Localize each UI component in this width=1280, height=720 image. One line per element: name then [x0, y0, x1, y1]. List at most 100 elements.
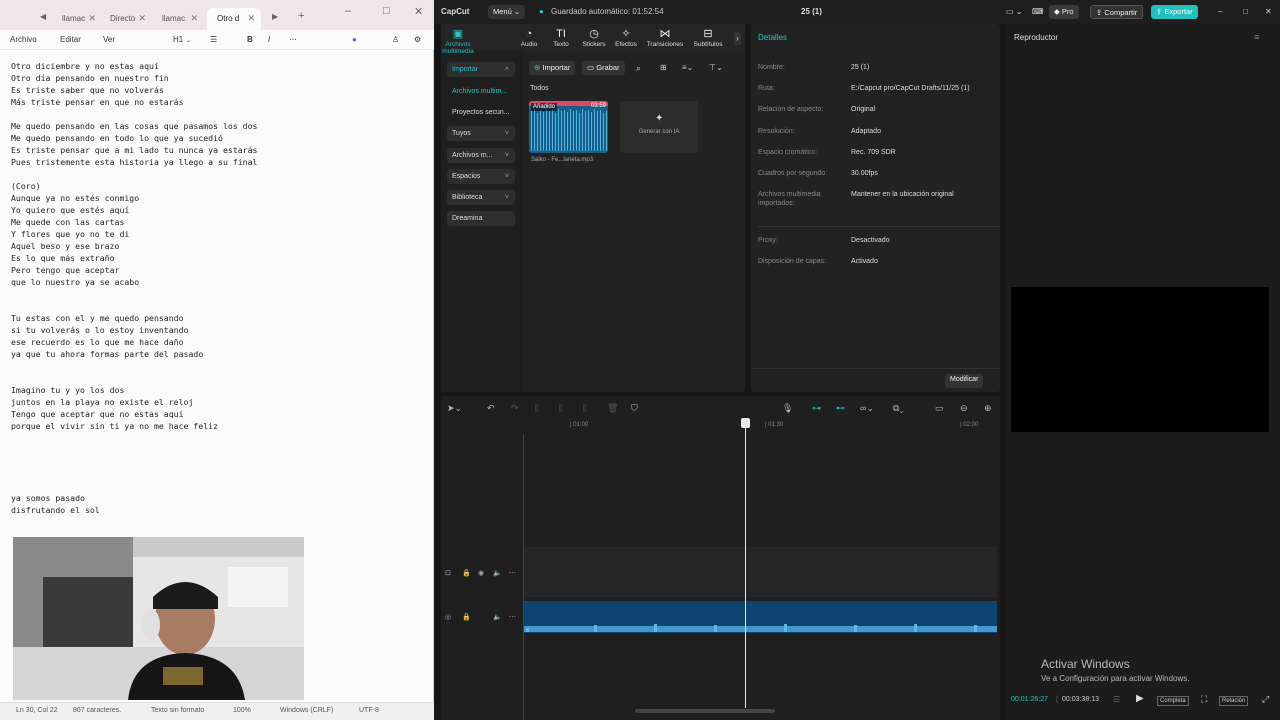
menu-icon[interactable]: ≡	[1254, 32, 1259, 42]
close-icon[interactable]: ✕	[138, 13, 146, 24]
split-left-icon[interactable]: ⫿	[559, 403, 562, 414]
notepad-tabbar: ◀ llamac ✕ Directo ✕ llamac ✕ Otro d ✕ ▶…	[0, 0, 434, 30]
close-window-icon[interactable]: ✕	[414, 5, 423, 18]
tab-4-active[interactable]: Otro d ✕	[207, 8, 261, 30]
scroll-right-icon[interactable]: ›	[734, 32, 741, 45]
bold-icon[interactable]: B	[247, 35, 253, 44]
keyboard-icon[interactable]: ⌨	[1032, 7, 1044, 16]
link-icon[interactable]: ⊷	[836, 403, 845, 414]
pro-button[interactable]: ◆ Pro	[1049, 5, 1079, 19]
sidebar-tuyos[interactable]: Tuyos ˅	[447, 126, 515, 141]
fullscreen-icon[interactable]: ⤢	[1262, 694, 1269, 705]
maximize-icon[interactable]: □	[383, 5, 390, 17]
minimize-icon[interactable]: –	[345, 5, 351, 17]
italic-icon[interactable]: I	[268, 35, 270, 44]
share-button[interactable]: ⇪ Compartir	[1090, 5, 1144, 19]
copilot-icon[interactable]: ●	[352, 35, 357, 44]
scroll-left-icon[interactable]: ◀	[40, 12, 46, 21]
detail-value: 30.00fps	[851, 170, 878, 177]
export-button[interactable]: ⇪ Exportar	[1151, 5, 1198, 19]
sidebar-dreamina[interactable]: Dreamina	[447, 211, 515, 226]
more-icon[interactable]: ⋯	[509, 613, 516, 621]
tab-1[interactable]: llamac ✕	[52, 8, 102, 30]
tab-3[interactable]: llamac ✕	[152, 8, 204, 30]
delete-icon[interactable]: 🗑	[607, 403, 618, 414]
filter-icon[interactable]: ⊤⌄	[709, 63, 723, 72]
cover-icon[interactable]: ⊡	[445, 569, 451, 577]
shield-icon[interactable]: ⛉	[631, 403, 638, 414]
sidebar-proyectos[interactable]: Proyectos secun...	[447, 105, 515, 120]
volume-icon[interactable]: 🔈	[493, 569, 502, 577]
account-icon[interactable]: ♙	[392, 35, 399, 44]
redo-icon[interactable]: ↷	[511, 403, 519, 414]
tab-efectos[interactable]: ✧ Efectos	[607, 28, 645, 48]
tab-transiciones[interactable]: ⋈ Transiciones	[646, 28, 684, 48]
split-icon[interactable]: ⫿	[535, 403, 538, 414]
sidebar-importar[interactable]: Importar ˄	[447, 62, 515, 77]
magnet-icon[interactable]: ⊶	[812, 403, 821, 414]
new-tab-icon[interactable]: +	[298, 10, 304, 22]
undo-icon[interactable]: ↶	[487, 403, 495, 414]
settings-gear-icon[interactable]: ⚙	[414, 35, 421, 44]
chain-icon[interactable]: ∞⌄	[860, 403, 874, 414]
menu-archivo[interactable]: Archivo	[10, 35, 37, 44]
document-text-area[interactable]: Otro diciembre y no estas aquí Otro día p…	[11, 60, 257, 516]
close-icon[interactable]: ✕	[190, 13, 198, 24]
audio-clip-thumbnail[interactable]: Añadido 03:59	[529, 101, 608, 153]
search-icon[interactable]: ⌕	[636, 63, 641, 74]
volume-icon[interactable]: 🔈	[493, 613, 502, 621]
preview-axis-icon[interactable]: ⧉⌄	[893, 403, 904, 414]
generate-ai-card[interactable]: ✦ Generar con IA	[620, 101, 698, 153]
close-window-icon[interactable]: ✕	[1265, 7, 1272, 16]
tab-subtitulos[interactable]: ⊟ Subtítulos	[689, 28, 727, 48]
sidebar-biblioteca[interactable]: Biblioteca ˅	[447, 190, 515, 205]
close-icon[interactable]: ✕	[247, 13, 255, 24]
main-menu-button[interactable]: Menú ⌄	[488, 5, 526, 19]
sidebar-espacios[interactable]: Espacios ˅	[447, 169, 515, 184]
microphone-icon[interactable]: 🎙	[782, 403, 793, 414]
sort-icon[interactable]: ≡⌄	[682, 63, 693, 72]
heading-dropdown[interactable]: H1	[173, 35, 183, 44]
list-icon[interactable]: ☰	[210, 35, 217, 44]
audio-track-clip[interactable]	[524, 601, 997, 633]
aspect-ratio-button[interactable]: Relación	[1219, 696, 1249, 706]
sidebar-archivos-m[interactable]: Archivos m... ˅	[447, 148, 515, 163]
quality-full[interactable]: Completa	[1157, 696, 1189, 706]
more-icon[interactable]: ⋯	[289, 35, 297, 44]
playhead-handle[interactable]	[741, 418, 750, 428]
thumbnail-icon[interactable]: ▭	[935, 403, 944, 414]
maximize-icon[interactable]: □	[1243, 7, 1248, 16]
grid-view-icon[interactable]: ⊞	[660, 63, 667, 72]
zoom-out-icon[interactable]: ⊖	[960, 403, 968, 414]
lock-icon[interactable]: 🔒	[462, 569, 471, 577]
chevron-down-icon[interactable]: ⌄	[186, 37, 191, 44]
playhead[interactable]	[745, 418, 746, 708]
text-line: Es triste saber que no volverás	[11, 85, 164, 95]
zoom-level[interactable]: 100%	[233, 707, 251, 714]
fit-screen-icon[interactable]: ⛶	[1201, 694, 1207, 705]
record-button[interactable]: ▭ Grabar	[582, 61, 625, 75]
chevron-down-icon: ˅	[504, 130, 509, 137]
close-icon[interactable]: ✕	[88, 13, 96, 24]
tab-archivos-multimedia[interactable]: ▣ Archivos multimedia	[439, 28, 477, 55]
import-button[interactable]: ⊕ Importar	[529, 61, 576, 75]
modify-button[interactable]: Modificar	[945, 374, 984, 388]
video-track[interactable]	[524, 547, 997, 597]
timeline-scrollbar[interactable]	[635, 709, 775, 713]
play-icon[interactable]: ▶	[1136, 693, 1144, 704]
eye-icon[interactable]: ◉	[478, 569, 484, 577]
minimize-icon[interactable]: –	[1218, 7, 1222, 16]
split-right-icon[interactable]: ⫿	[583, 403, 586, 414]
tab-2[interactable]: Directo ✕	[100, 8, 152, 30]
menu-editar[interactable]: Editar	[60, 35, 81, 44]
zoom-in-icon[interactable]: ⊕	[984, 403, 992, 414]
menu-ver[interactable]: Ver	[103, 35, 115, 44]
lock-icon[interactable]: 🔒	[462, 613, 471, 621]
sparkle-icon: ✦	[655, 113, 664, 124]
layout-icon[interactable]: ▭ ⌄	[1006, 7, 1022, 16]
select-tool-icon[interactable]: ➤⌄	[447, 403, 462, 414]
sidebar-archivos-multimedia[interactable]: Archivos multim...	[447, 84, 515, 99]
scroll-right-icon[interactable]: ▶	[272, 12, 278, 21]
more-icon[interactable]: ⋯	[509, 569, 516, 577]
timecode-icon[interactable]: ☰	[1113, 695, 1120, 704]
